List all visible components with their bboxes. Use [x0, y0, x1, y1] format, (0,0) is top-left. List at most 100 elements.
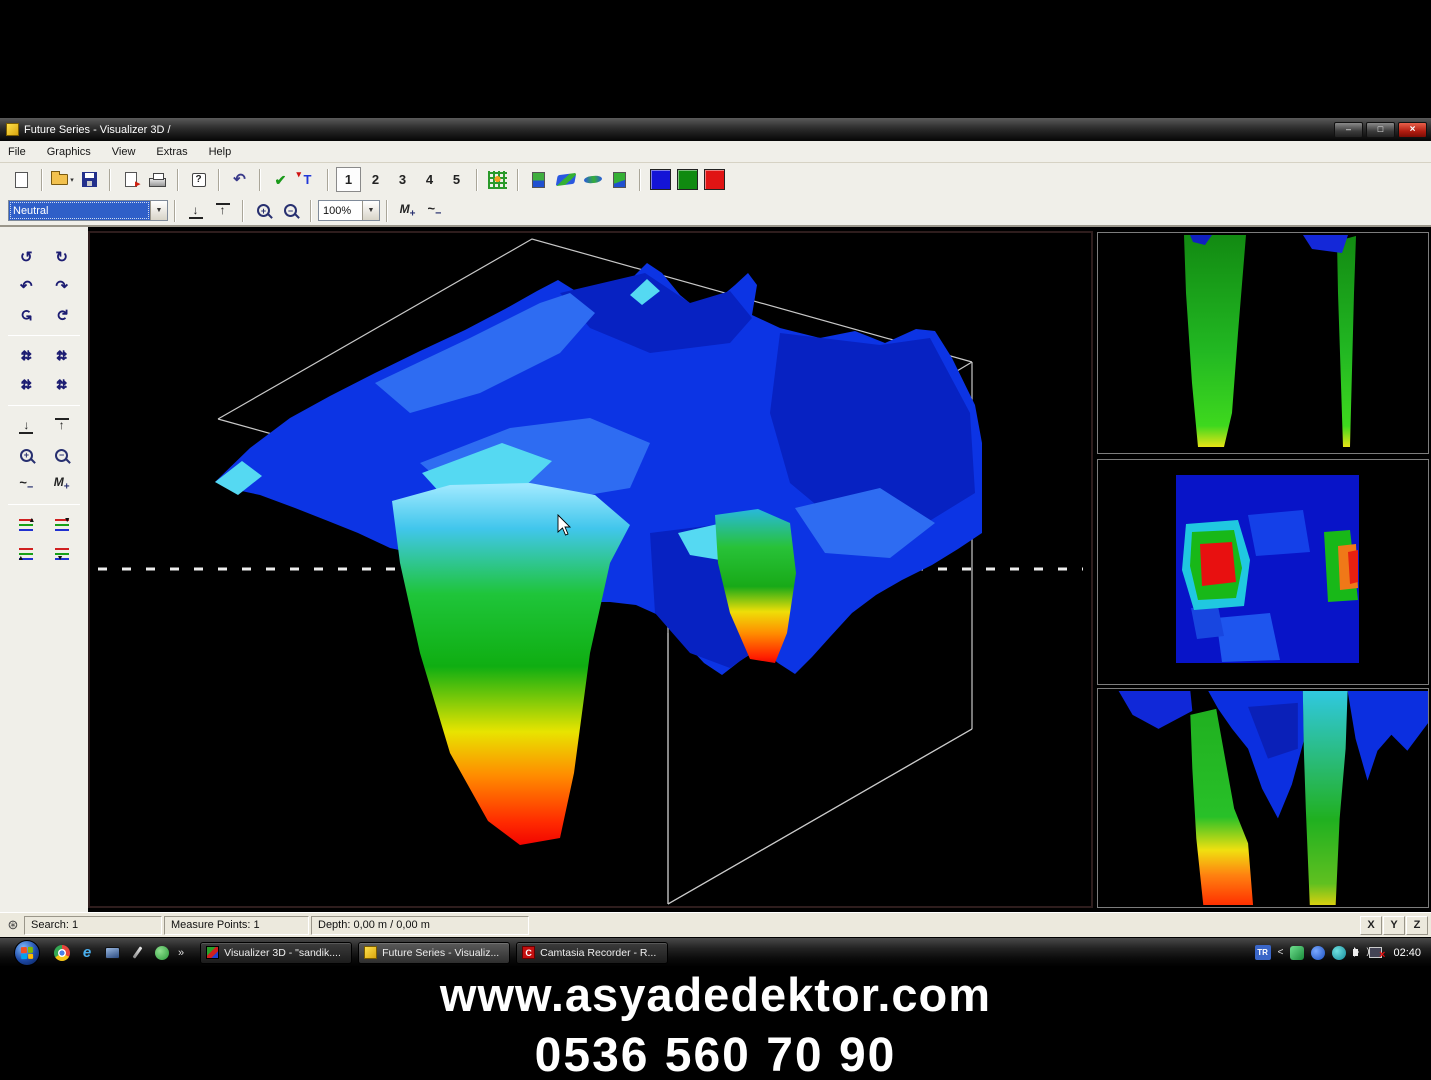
tray-clock[interactable]: 02:40	[1393, 947, 1421, 959]
check-icon: ✔	[274, 171, 287, 188]
signal-minus-button[interactable]: ~−	[19, 475, 33, 494]
layers-step-down-button[interactable]	[54, 548, 69, 562]
signal-minus-button[interactable]: ~−	[422, 198, 447, 223]
print-button[interactable]	[145, 167, 170, 192]
zoom-in-button[interactable]: +	[19, 448, 33, 462]
chrome-icon[interactable]	[54, 944, 70, 961]
close-button[interactable]: ×	[1398, 121, 1427, 138]
grid-button[interactable]	[485, 167, 510, 192]
task-future-series[interactable]: Future Series - Visualiz...	[358, 941, 511, 964]
language-indicator[interactable]: TR	[1254, 945, 1271, 960]
screen: Future Series - Visualizer 3D / – □ × Fi…	[0, 0, 1431, 1080]
spin-left-button[interactable]: ↺	[15, 302, 37, 328]
blue-color-icon	[650, 169, 671, 190]
view-3d-button[interactable]	[553, 167, 578, 192]
export-button[interactable]	[118, 167, 143, 192]
limit-down-button[interactable]: ↓	[17, 418, 35, 434]
new-button[interactable]	[9, 167, 34, 192]
rotate-forward-button[interactable]: ↻	[49, 246, 75, 268]
axis-z-button[interactable]: Z	[1406, 915, 1428, 935]
turn-right-button[interactable]: ↷	[49, 275, 75, 297]
chevron-down-icon[interactable]: ▼	[150, 201, 167, 220]
apply-button[interactable]: ✔	[268, 167, 293, 192]
axis-x-button[interactable]: X	[1360, 915, 1382, 935]
menu-extras[interactable]: Extras	[156, 146, 187, 158]
task-visualizer[interactable]: Visualizer 3D - "sandik....	[200, 941, 353, 964]
help-button[interactable]: ?	[186, 167, 211, 192]
volume-icon[interactable]	[1353, 946, 1369, 957]
internet-explorer-icon[interactable]: e	[79, 944, 95, 961]
main-3d-canvas[interactable]	[88, 231, 1093, 908]
restore-button[interactable]: □	[1366, 121, 1395, 138]
rotate-back-button[interactable]: ↺	[13, 246, 39, 268]
top-heatmap-view[interactable]	[1098, 460, 1428, 684]
scan-button-2[interactable]: 2	[363, 167, 388, 192]
separator	[109, 168, 111, 191]
layers-step-up-button[interactable]	[17, 548, 34, 562]
zoom-out-button[interactable]: −	[55, 448, 69, 462]
limit-up-button[interactable]: ↑	[210, 198, 235, 223]
menu-file[interactable]: File	[8, 146, 26, 158]
front-profile-view[interactable]	[1098, 233, 1428, 453]
scan-button-4[interactable]: 4	[417, 167, 442, 192]
signal-plus-button[interactable]: M+	[54, 475, 70, 492]
zoom-in-button[interactable]: +	[251, 198, 276, 223]
task-camtasia[interactable]: C Camtasia Recorder - R...	[516, 941, 669, 964]
limit-up-icon: ↑	[214, 202, 232, 219]
move-button-4[interactable]	[49, 374, 75, 396]
quick-launch: e	[54, 944, 170, 961]
move-button-3[interactable]	[13, 374, 39, 396]
minimize-button[interactable]: –	[1334, 121, 1363, 138]
spin-right-button[interactable]: ↻	[51, 302, 73, 328]
zoom-select[interactable]: 100% ▼	[318, 200, 380, 221]
menu-graphics[interactable]: Graphics	[47, 146, 91, 158]
probe-button[interactable]: T	[295, 167, 320, 192]
limit-up-button[interactable]: ↑	[53, 418, 71, 434]
save-button[interactable]	[77, 167, 102, 192]
color-red-button[interactable]	[702, 167, 727, 192]
view-flat-button[interactable]	[580, 167, 605, 192]
main-3d-view[interactable]	[90, 233, 1091, 906]
overflow-chevron[interactable]: »	[178, 947, 184, 959]
scan-button-3[interactable]: 3	[390, 167, 415, 192]
color-blue-button[interactable]	[648, 167, 673, 192]
display-icon[interactable]	[104, 946, 120, 959]
network-disconnected-icon[interactable]	[1369, 947, 1385, 961]
top-view[interactable]	[1097, 459, 1429, 685]
side-view-front[interactable]	[1097, 232, 1429, 454]
open-button[interactable]: ▾	[50, 167, 75, 192]
start-button[interactable]	[14, 939, 40, 966]
tray-green-icon[interactable]	[1290, 945, 1305, 960]
move-button-2[interactable]	[49, 345, 75, 367]
menu-view[interactable]: View	[112, 146, 136, 158]
scan-button-5[interactable]: 5	[444, 167, 469, 192]
surface-3d-icon	[555, 172, 576, 187]
axis-y-button[interactable]: Y	[1383, 915, 1405, 935]
separator	[259, 168, 261, 191]
app-icon[interactable]	[6, 123, 19, 136]
undo-button[interactable]: ↶	[227, 167, 252, 192]
menu-help[interactable]: Help	[209, 146, 232, 158]
scan-button-1[interactable]: 1	[336, 167, 361, 192]
pen-icon[interactable]	[132, 946, 142, 959]
side-view-section[interactable]	[1097, 688, 1429, 908]
messenger-icon[interactable]	[155, 945, 169, 960]
tray-teal-icon[interactable]	[1332, 945, 1347, 960]
mode-select[interactable]: Neutral ▼	[8, 200, 168, 221]
main-toolbar: ▾ ? ↶ ✔ T 1 2 3 4 5	[0, 163, 1431, 196]
limit-down-button[interactable]: ↓	[183, 198, 208, 223]
chevron-down-icon[interactable]: ▼	[362, 201, 379, 220]
color-green-button[interactable]	[675, 167, 700, 192]
section-profile-view[interactable]	[1098, 689, 1428, 907]
open-dropdown-caret[interactable]: ▾	[70, 176, 74, 184]
layers-shift-down-button[interactable]	[54, 517, 71, 531]
signal-plus-button[interactable]: M+	[395, 198, 420, 223]
turn-left-button[interactable]: ↶	[13, 275, 39, 297]
view-image-button[interactable]	[526, 167, 551, 192]
tray-collapse-arrow[interactable]: <	[1278, 947, 1284, 958]
move-button-1[interactable]	[13, 345, 39, 367]
view-profile-button[interactable]	[607, 167, 632, 192]
layers-shift-up-button[interactable]	[19, 517, 35, 531]
zoom-out-button[interactable]: −	[278, 198, 303, 223]
tray-blue-icon[interactable]	[1311, 945, 1326, 960]
